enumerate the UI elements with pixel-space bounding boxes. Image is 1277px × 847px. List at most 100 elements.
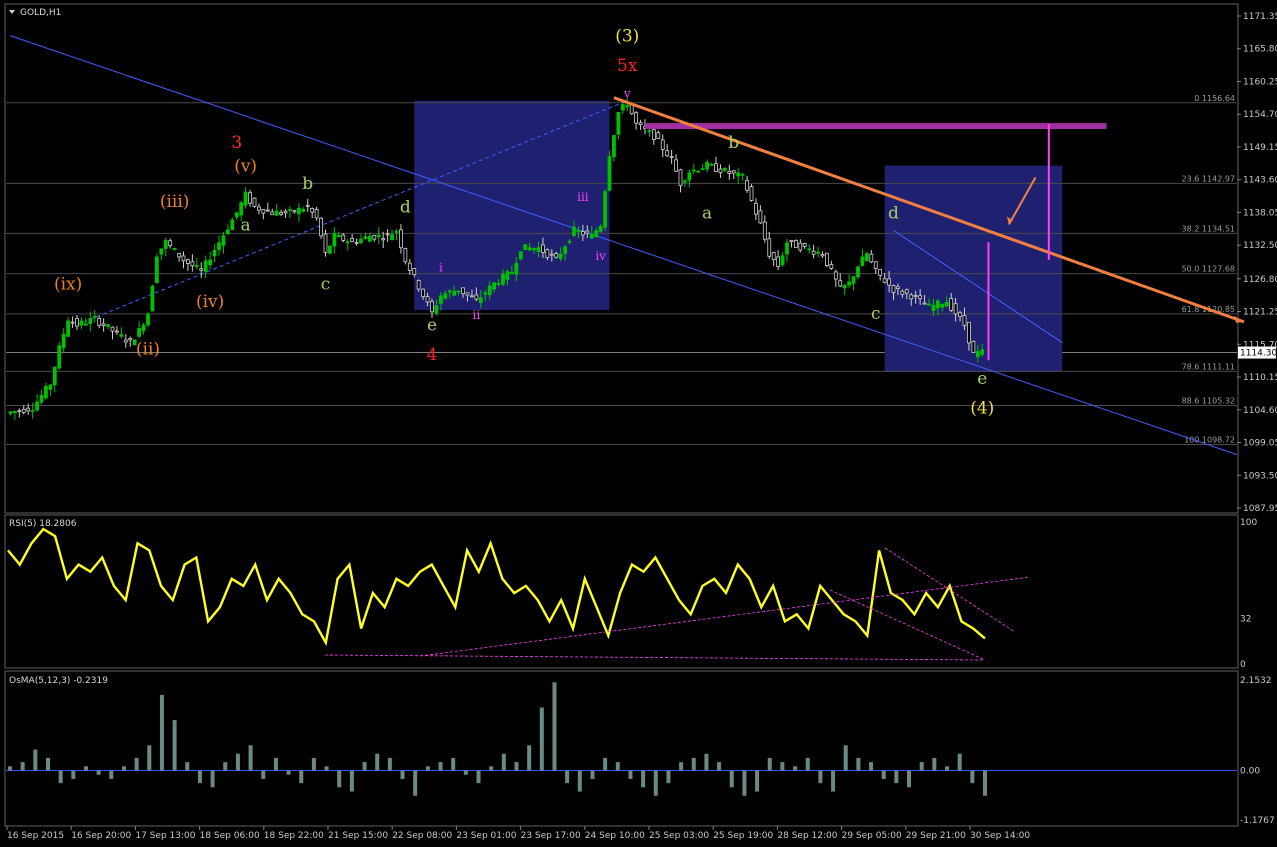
candle	[918, 295, 923, 299]
osma-bar	[400, 770, 405, 779]
candle	[505, 271, 510, 280]
candle	[372, 235, 377, 240]
osma-bar	[476, 770, 481, 784]
candle	[310, 208, 315, 213]
candle	[323, 233, 328, 253]
candle	[66, 320, 71, 337]
chart-canvas[interactable]: 0 1156.64 23.6 1142.97 38.2 1134.51 50.0 11…	[0, 0, 1277, 847]
candle	[279, 212, 284, 215]
osma-bar	[603, 757, 608, 771]
fib-level-label: 88.6 1105.32	[1182, 397, 1235, 406]
osma-bar	[717, 762, 722, 771]
candle	[301, 208, 306, 212]
candle	[26, 407, 31, 412]
wave-label: iii	[577, 190, 589, 204]
candle	[478, 297, 483, 304]
candle	[549, 253, 554, 256]
osma-bar	[691, 757, 696, 771]
candle	[949, 298, 954, 311]
candle	[563, 246, 568, 254]
candle	[92, 315, 97, 318]
fib-level-label: 0 1156.64	[1194, 94, 1235, 103]
osma-bar	[894, 770, 899, 784]
candle	[288, 209, 292, 211]
osma-bar	[793, 766, 798, 771]
candle	[181, 255, 186, 262]
candle	[931, 304, 936, 312]
osma-bar	[932, 757, 937, 771]
x-tick-label: 25 Sep 19:00	[713, 831, 773, 841]
candle	[61, 333, 66, 349]
osma-bar	[362, 762, 367, 771]
candle	[620, 104, 625, 111]
candle	[665, 150, 670, 157]
candle	[447, 290, 452, 293]
menu-triangle-icon[interactable]	[9, 10, 15, 14]
wave-label: v	[623, 87, 631, 101]
candle	[785, 242, 789, 255]
x-tick-label: 22 Sep 08:00	[392, 831, 452, 841]
candle	[691, 169, 696, 172]
candle	[838, 280, 843, 287]
candle	[802, 243, 807, 247]
candle	[203, 260, 208, 272]
candle	[35, 401, 39, 411]
candle	[390, 234, 394, 241]
osma-bar	[121, 766, 126, 771]
candle	[8, 411, 13, 414]
wave-box	[414, 100, 610, 311]
candle	[208, 259, 213, 266]
candle	[115, 330, 119, 333]
osma-bar	[20, 762, 25, 771]
osma-bar	[375, 753, 380, 771]
candle	[820, 254, 825, 257]
candle	[736, 172, 741, 177]
wave-label: (ii)	[136, 339, 160, 359]
candle	[842, 284, 847, 289]
candle	[146, 313, 150, 326]
candle	[217, 242, 221, 250]
fib-level-label: 78.6 1111.11	[1182, 362, 1235, 371]
candle	[385, 233, 390, 236]
x-tick-label: 23 Sep 17:00	[521, 831, 581, 841]
candle	[221, 235, 226, 246]
candle	[607, 156, 612, 191]
osma-bar	[96, 770, 101, 775]
candle	[873, 261, 878, 270]
osma-bar	[45, 757, 50, 771]
osma-bar	[71, 770, 76, 779]
candle	[332, 232, 337, 247]
candle	[922, 302, 927, 305]
candle	[793, 239, 798, 248]
candle	[825, 252, 829, 266]
candle	[727, 170, 732, 174]
candle	[199, 268, 204, 271]
candle	[75, 318, 79, 327]
osma-bar	[590, 770, 595, 779]
y-tick-label: 1149.15	[1243, 143, 1277, 153]
y-tick-label: 1138.05	[1243, 208, 1277, 218]
resistance-bar	[645, 123, 1107, 130]
candle	[336, 234, 341, 238]
candle	[705, 161, 710, 170]
candle	[137, 327, 142, 337]
candle	[452, 290, 457, 296]
candle	[629, 104, 634, 115]
candle	[150, 285, 155, 312]
candle	[851, 276, 856, 284]
candle	[177, 252, 181, 258]
candle	[541, 244, 545, 253]
main-title: GOLD,H1	[20, 8, 61, 18]
candle	[48, 384, 53, 390]
candle	[470, 295, 474, 298]
main-chart: 0 1156.64 23.6 1142.97 38.2 1134.51 50.0 11…	[6, 27, 1245, 456]
wave-label: (4)	[970, 398, 994, 418]
wave-label: c	[871, 304, 881, 324]
candle	[731, 170, 736, 174]
wave-label: b	[302, 174, 313, 194]
osma-bar	[172, 720, 177, 771]
candle	[123, 339, 128, 343]
fib-level-label: 100 1098.72	[1184, 435, 1235, 444]
candle	[314, 209, 319, 219]
candle	[106, 324, 110, 327]
